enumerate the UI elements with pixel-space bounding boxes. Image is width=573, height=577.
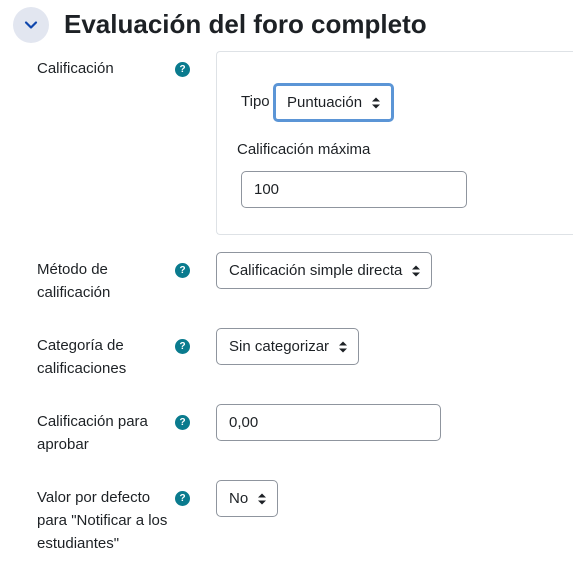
grading-method-select[interactable]: Calificación simple directa	[216, 252, 432, 289]
help-icon[interactable]: ?	[175, 339, 190, 354]
help-icon[interactable]: ?	[175, 62, 190, 77]
help-icon[interactable]: ?	[175, 263, 190, 278]
select-arrows-icon	[258, 493, 266, 504]
grade-category-label: Categoría de calificaciones	[37, 337, 127, 377]
select-arrows-icon	[339, 341, 347, 352]
grade-fieldset: Tipo Puntuación Calificación máxima 100	[216, 51, 573, 235]
notify-default-select[interactable]: No	[216, 480, 278, 517]
grade-category-select[interactable]: Sin categorizar	[216, 328, 359, 365]
collapse-section-button[interactable]	[13, 7, 49, 43]
select-arrows-icon	[372, 97, 380, 108]
grade-type-select[interactable]: Puntuación	[273, 83, 394, 122]
notify-default-value: No	[229, 490, 249, 507]
help-icon[interactable]: ?	[175, 491, 190, 506]
grade-to-pass-label: Calificación para aprobar	[37, 413, 148, 453]
help-icon[interactable]: ?	[175, 415, 190, 430]
grade-type-label: Tipo	[241, 93, 270, 110]
grade-to-pass-input[interactable]: 0,00	[216, 404, 441, 441]
max-grade-input[interactable]: 100	[241, 171, 467, 208]
select-arrows-icon	[412, 265, 420, 276]
grade-label: Calificación	[37, 60, 114, 77]
max-grade-label: Calificación máxima	[237, 141, 371, 158]
grade-category-value: Sin categorizar	[229, 338, 330, 355]
grade-type-value: Puntuación	[287, 94, 363, 111]
section-title: Evaluación del foro completo	[64, 9, 427, 39]
grading-method-value: Calificación simple directa	[229, 262, 403, 279]
grading-method-label: Método de calificación	[37, 261, 111, 301]
chevron-down-icon	[24, 21, 38, 29]
notify-default-label: Valor por defecto para "Notificar a los …	[37, 489, 168, 552]
